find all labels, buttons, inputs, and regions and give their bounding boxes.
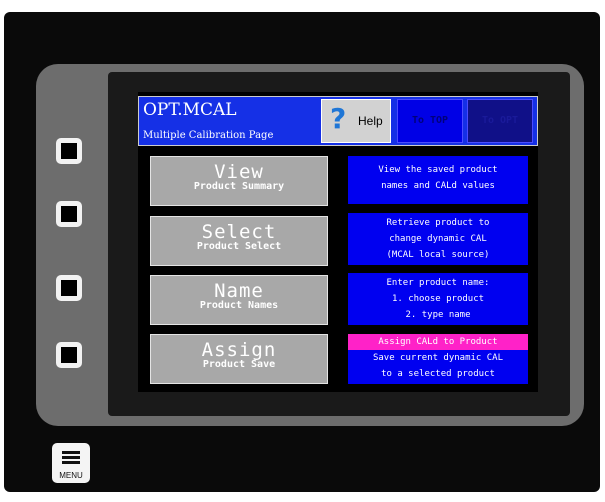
info-line: Save current dynamic CAL bbox=[372, 353, 504, 363]
menu-icon bbox=[62, 451, 80, 466]
info-line: Enter product name: bbox=[386, 278, 490, 288]
display-screen: OPT.MCAL Multiple Calibration Page ? Hel… bbox=[138, 92, 538, 392]
select-info: Retrieve product to change dynamic CAL (… bbox=[348, 213, 528, 265]
menu-button[interactable]: MENU bbox=[52, 443, 90, 483]
select-sublabel: Product Select bbox=[196, 241, 282, 252]
assign-button[interactable]: Assign Product Save bbox=[150, 334, 328, 384]
softkey-2[interactable] bbox=[56, 201, 82, 227]
info-line: 1. choose product bbox=[391, 294, 485, 304]
help-button[interactable]: ? Help bbox=[321, 99, 391, 143]
softkey-3[interactable] bbox=[56, 275, 82, 301]
info-line: View the saved product bbox=[378, 165, 498, 175]
assign-info: Assign CALd to Product Save current dyna… bbox=[348, 334, 528, 384]
help-label: Help bbox=[358, 114, 383, 128]
assign-highlight: Assign CALd to Product bbox=[348, 334, 528, 350]
view-sublabel: Product Summary bbox=[193, 181, 285, 192]
assign-sublabel: Product Save bbox=[202, 359, 276, 370]
softkey-1[interactable] bbox=[56, 138, 82, 164]
to-top-button[interactable]: To TOP bbox=[397, 99, 463, 143]
name-sublabel: Product Names bbox=[199, 300, 279, 311]
name-button[interactable]: Name Product Names bbox=[150, 275, 328, 325]
info-line: to a selected product bbox=[381, 369, 495, 379]
info-line: (MCAL local source) bbox=[386, 250, 490, 260]
select-label: Select bbox=[201, 221, 277, 243]
info-line: change dynamic CAL bbox=[389, 234, 487, 244]
info-line: 2. type name bbox=[405, 310, 471, 320]
to-opt-button[interactable]: To OPT bbox=[467, 99, 533, 143]
info-line: names and CALd values bbox=[381, 181, 495, 191]
page-header: OPT.MCAL Multiple Calibration Page ? Hel… bbox=[138, 96, 538, 146]
info-line: Retrieve product to bbox=[386, 218, 490, 228]
page-subtitle: Multiple Calibration Page bbox=[143, 130, 274, 141]
softkey-4[interactable] bbox=[56, 342, 82, 368]
page-title: OPT.MCAL bbox=[143, 100, 237, 120]
select-button[interactable]: Select Product Select bbox=[150, 216, 328, 266]
name-label: Name bbox=[214, 280, 264, 302]
view-label: View bbox=[214, 161, 264, 183]
menu-label: MENU bbox=[59, 471, 83, 480]
view-info: View the saved product names and CALd va… bbox=[348, 156, 528, 204]
name-info: Enter product name: 1. choose product 2.… bbox=[348, 273, 528, 325]
view-button[interactable]: View Product Summary bbox=[150, 156, 328, 206]
assign-label: Assign bbox=[201, 339, 277, 361]
question-mark-icon: ? bbox=[330, 102, 347, 135]
